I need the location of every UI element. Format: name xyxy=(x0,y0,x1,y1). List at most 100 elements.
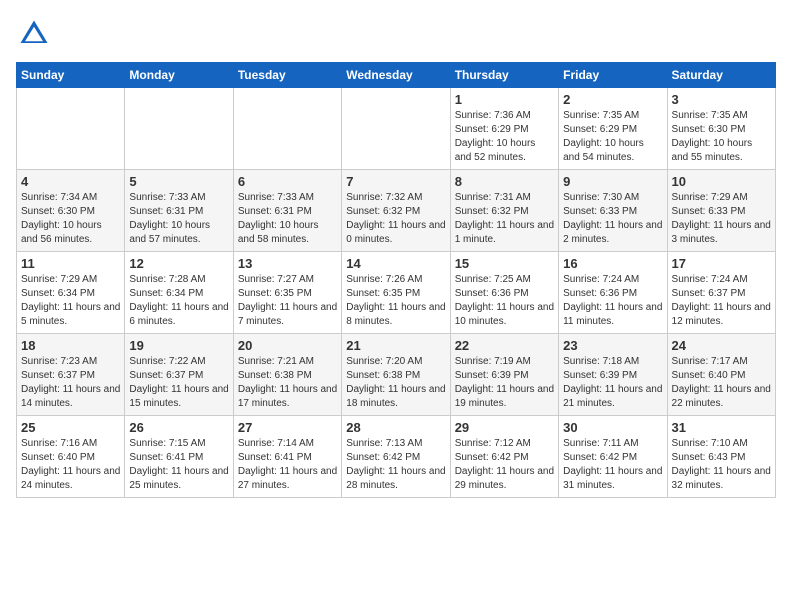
calendar-cell: 12 Sunrise: 7:28 AM Sunset: 6:34 PM Dayli… xyxy=(125,252,233,334)
day-number: 14 xyxy=(346,256,445,271)
day-number: 23 xyxy=(563,338,662,353)
day-of-week-header: Sunday xyxy=(17,63,125,88)
day-info: Sunrise: 7:19 AM Sunset: 6:39 PM Dayligh… xyxy=(455,355,554,411)
day-info: Sunrise: 7:31 AM Sunset: 6:32 PM Dayligh… xyxy=(455,191,554,247)
day-number: 19 xyxy=(129,338,228,353)
calendar-week-row: 11Sunrise: 7:29 AM Sunset: 6:34 PM Dayli… xyxy=(17,252,776,334)
calendar-cell: 2Sunrise: 7:35 AM Sunset: 6:29 PM Daylig… xyxy=(559,88,667,170)
calendar-cell xyxy=(342,88,450,170)
calendar-cell: 30 Sunrise: 7:11 AM Sunset: 6:42 PM Dayli… xyxy=(559,416,667,498)
calendar-cell: 24 Sunrise: 7:17 AM Sunset: 6:40 PM Dayli… xyxy=(667,334,775,416)
calendar-table: SundayMondayTuesdayWednesdayThursdayFrid… xyxy=(16,62,776,498)
calendar-week-row: 18 Sunrise: 7:23 AM Sunset: 6:37 PM Dayli… xyxy=(17,334,776,416)
calendar-cell: 19 Sunrise: 7:22 AM Sunset: 6:37 PM Dayli… xyxy=(125,334,233,416)
calendar-cell: 9Sunrise: 7:30 AM Sunset: 6:33 PM Daylig… xyxy=(559,170,667,252)
day-number: 10 xyxy=(672,174,771,189)
calendar-cell: 31 Sunrise: 7:10 AM Sunset: 6:43 PM Dayli… xyxy=(667,416,775,498)
day-number: 5 xyxy=(129,174,228,189)
day-number: 31 xyxy=(672,420,771,435)
day-info: Sunrise: 7:33 AM Sunset: 6:31 PM Dayligh… xyxy=(129,191,228,247)
calendar-cell: 23 Sunrise: 7:18 AM Sunset: 6:39 PM Dayli… xyxy=(559,334,667,416)
calendar-cell: 10 Sunrise: 7:29 AM Sunset: 6:33 PM Dayli… xyxy=(667,170,775,252)
day-of-week-header: Monday xyxy=(125,63,233,88)
calendar-cell: 17Sunrise: 7:24 AM Sunset: 6:37 PM Dayli… xyxy=(667,252,775,334)
day-info: Sunrise: 7:11 AM Sunset: 6:42 PM Dayligh… xyxy=(563,437,662,493)
day-info: Sunrise: 7:36 AM Sunset: 6:29 PM Dayligh… xyxy=(455,109,554,165)
day-number: 9 xyxy=(563,174,662,189)
day-of-week-header: Wednesday xyxy=(342,63,450,88)
day-number: 12 xyxy=(129,256,228,271)
day-info: Sunrise: 7:16 AM Sunset: 6:40 PM Dayligh… xyxy=(21,437,120,493)
calendar-header-row: SundayMondayTuesdayWednesdayThursdayFrid… xyxy=(17,63,776,88)
calendar-cell: 1 Sunrise: 7:36 AM Sunset: 6:29 PM Daylig… xyxy=(450,88,558,170)
day-number: 11 xyxy=(21,256,120,271)
day-number: 6 xyxy=(238,174,337,189)
calendar-cell: 26 Sunrise: 7:15 AM Sunset: 6:41 PM Dayli… xyxy=(125,416,233,498)
calendar-cell: 4 Sunrise: 7:34 AM Sunset: 6:30 PM Daylig… xyxy=(17,170,125,252)
day-number: 1 xyxy=(455,92,554,107)
calendar-week-row: 1 Sunrise: 7:36 AM Sunset: 6:29 PM Daylig… xyxy=(17,88,776,170)
day-number: 26 xyxy=(129,420,228,435)
calendar-cell: 11Sunrise: 7:29 AM Sunset: 6:34 PM Dayli… xyxy=(17,252,125,334)
day-info: Sunrise: 7:35 AM Sunset: 6:30 PM Dayligh… xyxy=(672,109,771,165)
calendar-cell: 16Sunrise: 7:24 AM Sunset: 6:36 PM Dayli… xyxy=(559,252,667,334)
day-info: Sunrise: 7:29 AM Sunset: 6:33 PM Dayligh… xyxy=(672,191,771,247)
day-info: Sunrise: 7:32 AM Sunset: 6:32 PM Dayligh… xyxy=(346,191,445,247)
day-info: Sunrise: 7:10 AM Sunset: 6:43 PM Dayligh… xyxy=(672,437,771,493)
calendar-week-row: 4 Sunrise: 7:34 AM Sunset: 6:30 PM Daylig… xyxy=(17,170,776,252)
day-number: 13 xyxy=(238,256,337,271)
calendar-cell: 8 Sunrise: 7:31 AM Sunset: 6:32 PM Daylig… xyxy=(450,170,558,252)
day-info: Sunrise: 7:25 AM Sunset: 6:36 PM Dayligh… xyxy=(455,273,554,329)
calendar-cell: 6 Sunrise: 7:33 AM Sunset: 6:31 PM Daylig… xyxy=(233,170,341,252)
calendar-cell: 20 Sunrise: 7:21 AM Sunset: 6:38 PM Dayli… xyxy=(233,334,341,416)
day-number: 4 xyxy=(21,174,120,189)
calendar-cell: 28 Sunrise: 7:13 AM Sunset: 6:42 PM Dayli… xyxy=(342,416,450,498)
day-number: 18 xyxy=(21,338,120,353)
logo xyxy=(16,16,56,52)
calendar-cell: 29 Sunrise: 7:12 AM Sunset: 6:42 PM Dayli… xyxy=(450,416,558,498)
day-number: 3 xyxy=(672,92,771,107)
day-of-week-header: Friday xyxy=(559,63,667,88)
calendar-cell: 13Sunrise: 7:27 AM Sunset: 6:35 PM Dayli… xyxy=(233,252,341,334)
calendar-week-row: 25 Sunrise: 7:16 AM Sunset: 6:40 PM Dayli… xyxy=(17,416,776,498)
day-number: 15 xyxy=(455,256,554,271)
calendar-cell: 5 Sunrise: 7:33 AM Sunset: 6:31 PM Daylig… xyxy=(125,170,233,252)
day-info: Sunrise: 7:14 AM Sunset: 6:41 PM Dayligh… xyxy=(238,437,337,493)
calendar-cell xyxy=(233,88,341,170)
day-info: Sunrise: 7:23 AM Sunset: 6:37 PM Dayligh… xyxy=(21,355,120,411)
calendar-cell: 27 Sunrise: 7:14 AM Sunset: 6:41 PM Dayli… xyxy=(233,416,341,498)
calendar-cell: 7 Sunrise: 7:32 AM Sunset: 6:32 PM Daylig… xyxy=(342,170,450,252)
calendar-cell: 15 Sunrise: 7:25 AM Sunset: 6:36 PM Dayli… xyxy=(450,252,558,334)
day-number: 7 xyxy=(346,174,445,189)
day-number: 27 xyxy=(238,420,337,435)
day-info: Sunrise: 7:21 AM Sunset: 6:38 PM Dayligh… xyxy=(238,355,337,411)
day-info: Sunrise: 7:12 AM Sunset: 6:42 PM Dayligh… xyxy=(455,437,554,493)
calendar-cell xyxy=(125,88,233,170)
day-info: Sunrise: 7:26 AM Sunset: 6:35 PM Dayligh… xyxy=(346,273,445,329)
day-number: 16 xyxy=(563,256,662,271)
day-info: Sunrise: 7:35 AM Sunset: 6:29 PM Dayligh… xyxy=(563,109,662,165)
calendar-cell: 25 Sunrise: 7:16 AM Sunset: 6:40 PM Dayli… xyxy=(17,416,125,498)
calendar-cell: 18 Sunrise: 7:23 AM Sunset: 6:37 PM Dayli… xyxy=(17,334,125,416)
day-number: 29 xyxy=(455,420,554,435)
day-info: Sunrise: 7:18 AM Sunset: 6:39 PM Dayligh… xyxy=(563,355,662,411)
day-info: Sunrise: 7:28 AM Sunset: 6:34 PM Dayligh… xyxy=(129,273,228,329)
day-number: 30 xyxy=(563,420,662,435)
day-info: Sunrise: 7:22 AM Sunset: 6:37 PM Dayligh… xyxy=(129,355,228,411)
day-info: Sunrise: 7:20 AM Sunset: 6:38 PM Dayligh… xyxy=(346,355,445,411)
day-info: Sunrise: 7:15 AM Sunset: 6:41 PM Dayligh… xyxy=(129,437,228,493)
calendar-cell: 14 Sunrise: 7:26 AM Sunset: 6:35 PM Dayli… xyxy=(342,252,450,334)
day-number: 17 xyxy=(672,256,771,271)
day-number: 25 xyxy=(21,420,120,435)
day-number: 8 xyxy=(455,174,554,189)
day-number: 24 xyxy=(672,338,771,353)
day-info: Sunrise: 7:17 AM Sunset: 6:40 PM Dayligh… xyxy=(672,355,771,411)
day-number: 28 xyxy=(346,420,445,435)
day-info: Sunrise: 7:34 AM Sunset: 6:30 PM Dayligh… xyxy=(21,191,120,247)
day-info: Sunrise: 7:33 AM Sunset: 6:31 PM Dayligh… xyxy=(238,191,337,247)
day-of-week-header: Saturday xyxy=(667,63,775,88)
day-info: Sunrise: 7:13 AM Sunset: 6:42 PM Dayligh… xyxy=(346,437,445,493)
day-number: 20 xyxy=(238,338,337,353)
day-number: 21 xyxy=(346,338,445,353)
day-number: 22 xyxy=(455,338,554,353)
